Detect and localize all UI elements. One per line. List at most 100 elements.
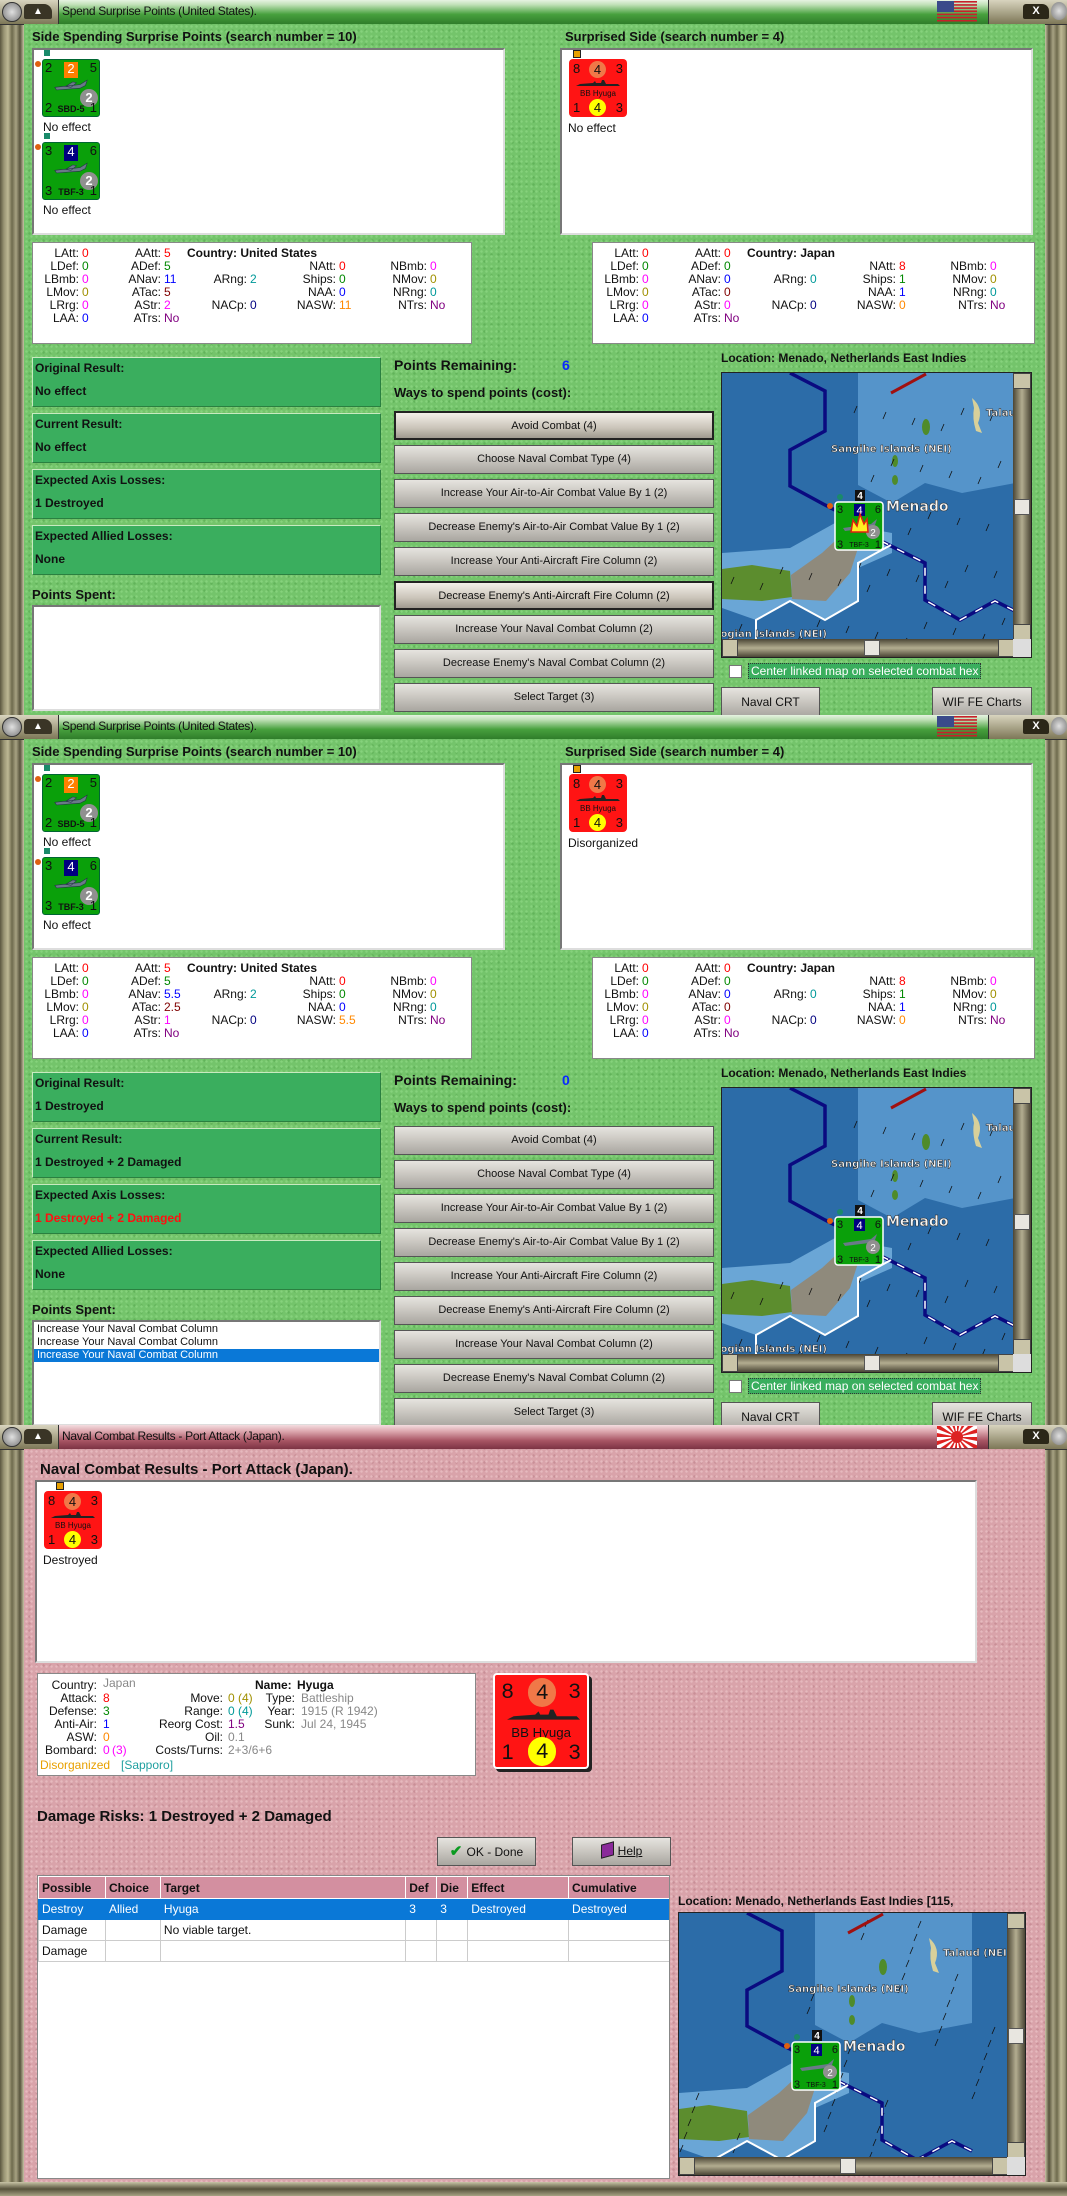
scroll-right-arrow[interactable]: [998, 639, 1014, 657]
center-map-label[interactable]: Center linked map on selected combat hex: [748, 663, 982, 679]
air-unit-counter[interactable]: 2 2 5 2 2 SBD-5 1: [42, 774, 100, 832]
air-unit-counter[interactable]: 3 4 6 2 3 TBF-3 1: [42, 857, 100, 915]
spend-option-button[interactable]: Avoid Combat (4): [394, 411, 714, 440]
scroll-down-arrow[interactable]: [1013, 624, 1031, 640]
linked-map[interactable]: Sangihe Islands (NEI)Talaud (NEI)Togian …: [721, 372, 1032, 658]
spend-option-button[interactable]: Decrease Enemy's Air-to-Air Combat Value…: [394, 1228, 714, 1257]
gear-icon[interactable]: [2, 717, 22, 737]
column-header[interactable]: Def: [405, 1876, 438, 1899]
points-spent-item[interactable]: Increase Your Naval Combat Column: [34, 1323, 379, 1336]
spend-option-button[interactable]: Avoid Combat (4): [394, 1126, 714, 1155]
column-header[interactable]: Choice: [104, 1876, 161, 1899]
map-vertical-scrollbar[interactable]: [1013, 1088, 1031, 1355]
scroll-up-arrow[interactable]: [1013, 1088, 1031, 1104]
spend-option-button[interactable]: Decrease Enemy's Anti-Aircraft Fire Colu…: [394, 1296, 714, 1325]
spend-option-button[interactable]: Increase Your Air-to-Air Combat Value By…: [394, 1194, 714, 1223]
spend-option-button[interactable]: Increase Your Air-to-Air Combat Value By…: [394, 479, 714, 508]
points-spent-item[interactable]: Increase Your Naval Combat Column: [34, 1336, 379, 1349]
column-header[interactable]: Possible: [38, 1876, 106, 1899]
points-spent-list[interactable]: [32, 605, 381, 711]
center-map-label[interactable]: Center linked map on selected combat hex: [748, 1378, 982, 1394]
map-horizontal-scrollbar[interactable]: [722, 639, 1014, 657]
spend-option-button[interactable]: Increase Your Anti-Aircraft Fire Column …: [394, 547, 714, 576]
table-row[interactable]: Damage No viable target.: [38, 1919, 669, 1941]
linked-map[interactable]: Sangihe Islands (NEI)Talaud (NEI)Togian …: [678, 1912, 1026, 2176]
stat-value-nmov: 0: [430, 272, 437, 286]
table-cell: Allied: [104, 1898, 161, 1920]
naval-crt-button[interactable]: Naval CRT: [721, 687, 820, 715]
gear-icon[interactable]: [2, 1427, 22, 1447]
spend-option-button[interactable]: Choose Naval Combat Type (4): [394, 1160, 714, 1189]
center-map-checkbox[interactable]: [729, 665, 742, 678]
air-unit-counter[interactable]: 2 2 5 2 2 SBD-5 1: [42, 59, 100, 117]
column-header[interactable]: Target: [159, 1876, 407, 1899]
column-header[interactable]: Die: [436, 1876, 469, 1899]
column-header[interactable]: Effect: [467, 1876, 570, 1899]
map-unit-counter[interactable]: 3 4 623 TBF-3 1: [834, 501, 884, 551]
help-button[interactable]: Help: [572, 1837, 671, 1866]
stat-label-nasw: NASW:: [296, 298, 336, 312]
gear-icon[interactable]: [1051, 717, 1067, 735]
spend-option-button[interactable]: Choose Naval Combat Type (4): [394, 445, 714, 474]
gear-icon[interactable]: [1051, 2, 1067, 20]
scroll-left-arrow[interactable]: [722, 1354, 738, 1372]
scroll-right-arrow[interactable]: [998, 1354, 1014, 1372]
result-value: No effect: [35, 440, 87, 454]
spend-option-button[interactable]: Decrease Enemy's Naval Combat Column (2): [394, 1364, 714, 1393]
scroll-thumb[interactable]: [839, 2158, 856, 2174]
wif-fe-charts-button[interactable]: WIF FE Charts: [932, 687, 1032, 715]
ship-unit-counter[interactable]: 8 4 3 BB Hyuga 1 4 3: [569, 59, 627, 117]
close-button[interactable]: X: [1023, 4, 1049, 19]
scroll-down-arrow[interactable]: [1013, 1339, 1031, 1355]
points-spent-item[interactable]: Increase Your Naval Combat Column: [34, 1349, 379, 1362]
scroll-left-arrow[interactable]: [679, 2157, 695, 2175]
spend-option-button[interactable]: Decrease Enemy's Air-to-Air Combat Value…: [394, 513, 714, 542]
spend-option-button[interactable]: Increase Your Anti-Aircraft Fire Column …: [394, 1262, 714, 1291]
map-unit-counter[interactable]: 3 4 623 TBF-3 1: [834, 1216, 884, 1266]
scroll-up-arrow[interactable]: [1007, 1913, 1025, 1929]
scroll-up-arrow[interactable]: [1013, 373, 1031, 389]
center-map-checkbox[interactable]: [729, 1380, 742, 1393]
spend-option-button[interactable]: Select Target (3): [394, 1398, 714, 1425]
map-horizontal-scrollbar[interactable]: [722, 1354, 1014, 1372]
minimize-button[interactable]: ▲: [24, 1429, 52, 1444]
spend-option-button[interactable]: Increase Your Naval Combat Column (2): [394, 1330, 714, 1359]
ship-unit-counter[interactable]: 8 4 3 BB Hyuga 1 4 3: [493, 1673, 590, 1770]
map-vertical-scrollbar[interactable]: [1013, 373, 1031, 640]
points-spent-list[interactable]: Increase Your Naval Combat Column Increas…: [32, 1320, 381, 1425]
scroll-right-arrow[interactable]: [992, 2157, 1008, 2175]
spend-option-button[interactable]: Increase Your Naval Combat Column (2): [394, 615, 714, 644]
spend-option-button[interactable]: Decrease Enemy's Naval Combat Column (2): [394, 649, 714, 678]
table-row[interactable]: Destroy Allied Hyuga 3 3 Destroyed Destroyed: [38, 1898, 669, 1920]
gear-icon[interactable]: [2, 2, 22, 22]
linked-map[interactable]: Sangihe Islands (NEI)Talaud (NEI)Togian …: [721, 1087, 1032, 1373]
table-row[interactable]: Damage: [38, 1940, 669, 1962]
ship-unit-counter[interactable]: 8 4 3 BB Hyuga 1 4 3: [569, 774, 627, 832]
ok-done-button[interactable]: ✔ OK - Done: [437, 1837, 536, 1866]
spend-option-button[interactable]: Decrease Enemy's Anti-Aircraft Fire Colu…: [394, 581, 714, 610]
scroll-thumb[interactable]: [1014, 498, 1030, 515]
scroll-thumb[interactable]: [864, 1355, 880, 1371]
air-unit-counter[interactable]: 3 4 6 2 3 TBF-3 1: [42, 142, 100, 200]
gear-icon[interactable]: [1051, 1427, 1067, 1445]
column-header[interactable]: Cumulative: [568, 1876, 669, 1899]
naval-crt-button[interactable]: Naval CRT: [721, 1402, 820, 1425]
unit-state: Disorganized: [40, 1758, 111, 1772]
scroll-thumb[interactable]: [1008, 2027, 1024, 2044]
scroll-thumb[interactable]: [864, 640, 880, 656]
minimize-button[interactable]: ▲: [24, 4, 52, 19]
scroll-thumb[interactable]: [1014, 1213, 1030, 1230]
map-vertical-scrollbar[interactable]: [1007, 1913, 1025, 2158]
stat-value-nrng: 0: [990, 285, 997, 299]
stat-label-nmov: NMov:: [392, 272, 427, 286]
close-button[interactable]: X: [1023, 1429, 1049, 1444]
spend-option-button[interactable]: Select Target (3): [394, 683, 714, 712]
ship-unit-counter[interactable]: 8 4 3 BB Hyuga 1 4 3: [44, 1491, 102, 1549]
scroll-down-arrow[interactable]: [1007, 2142, 1025, 2158]
map-horizontal-scrollbar[interactable]: [679, 2157, 1008, 2175]
map-unit-counter[interactable]: 3 4 623 TBF-3 1: [791, 2041, 841, 2091]
scroll-left-arrow[interactable]: [722, 639, 738, 657]
minimize-button[interactable]: ▲: [24, 719, 52, 734]
close-button[interactable]: X: [1023, 719, 1049, 734]
wif-fe-charts-button[interactable]: WIF FE Charts: [932, 1402, 1032, 1425]
